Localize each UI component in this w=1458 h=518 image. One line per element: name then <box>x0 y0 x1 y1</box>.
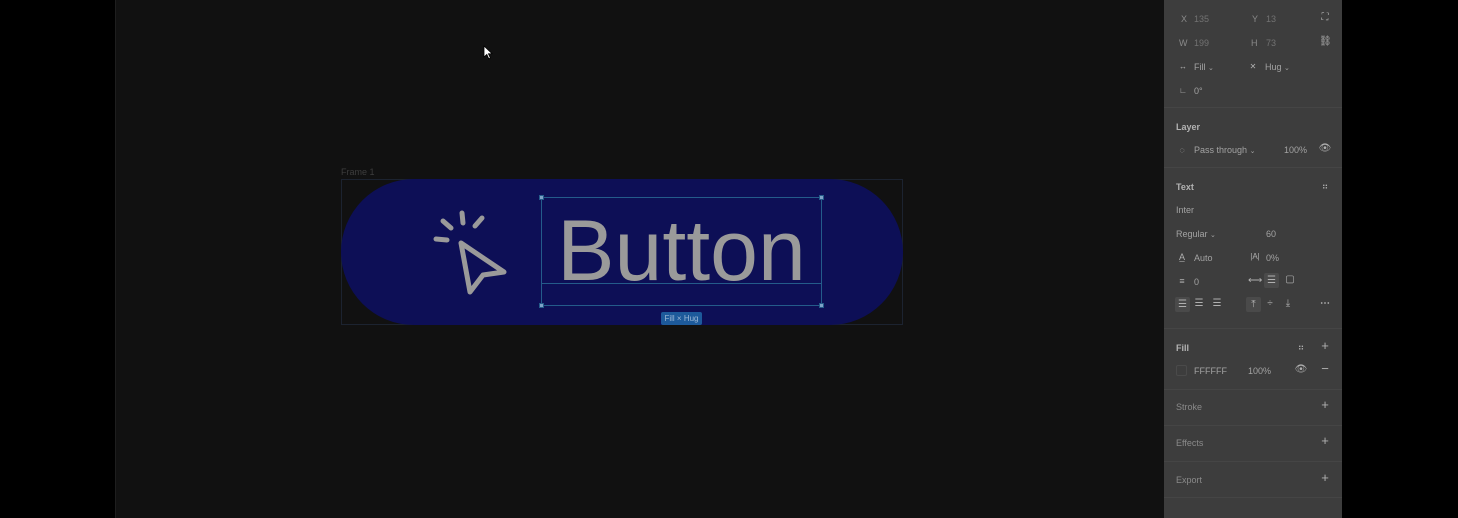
paragraph-spacing-icon: ≡ <box>1179 276 1185 286</box>
font-size-field[interactable]: 60 <box>1266 229 1276 239</box>
paragraph-spacing-field[interactable]: 0 <box>1194 277 1199 287</box>
resize-handle-top-right[interactable] <box>819 195 824 200</box>
chevron-down-icon: ⌄ <box>1249 148 1256 155</box>
text-title: Text <box>1176 182 1194 192</box>
line-height-icon: A̲ <box>1178 252 1185 262</box>
horizontal-resize-icon: ↔ <box>1179 62 1187 71</box>
chevron-down-icon: ⌄ <box>1284 65 1290 72</box>
rotation-field[interactable]: 0° <box>1194 86 1203 96</box>
stroke-title: Stroke <box>1176 402 1203 412</box>
properties-panel: X 135 Y 13 ⛶ W 199 H 73 ⛓ ↔ Fill ⌄ ✕ Hug… <box>1164 0 1342 518</box>
x-field[interactable]: 135 <box>1194 14 1209 24</box>
line-height-field[interactable]: Auto <box>1194 253 1213 263</box>
mouse-pointer-icon <box>483 45 493 60</box>
w-field[interactable]: 199 <box>1194 38 1209 48</box>
x-label: X <box>1181 14 1188 24</box>
layer-opacity-field[interactable]: 100% <box>1284 145 1307 155</box>
text-styles-icon[interactable]: ⠶ <box>1318 181 1332 191</box>
size-badge: Fill × Hug <box>661 312 702 325</box>
horizontal-resizing-select[interactable]: Fill ⌄ <box>1194 62 1214 72</box>
auto-width-icon[interactable]: ⟷ <box>1248 276 1262 286</box>
h-label: H <box>1251 38 1258 48</box>
fill-color-swatch[interactable] <box>1176 365 1187 376</box>
layer-title: Layer <box>1176 122 1201 132</box>
chevron-down-icon: ⌄ <box>1210 232 1216 239</box>
eye-icon[interactable]: 👁 <box>1294 365 1308 375</box>
left-panel-edge <box>0 0 116 518</box>
add-fill-icon[interactable]: + <box>1318 339 1332 352</box>
align-right-icon[interactable]: ☰ <box>1211 299 1223 309</box>
add-effect-icon[interactable]: + <box>1318 434 1332 447</box>
fill-section <box>1164 328 1342 389</box>
vertical-resizing-value: Hug <box>1265 62 1282 72</box>
resize-handle-top-left[interactable] <box>539 195 544 200</box>
fill-title: Fill <box>1176 343 1189 353</box>
resize-handle-bottom-left[interactable] <box>539 303 544 308</box>
y-label: Y <box>1252 14 1259 24</box>
fill-opacity-field[interactable]: 100% <box>1248 366 1271 376</box>
fixed-size-icon[interactable]: ▢ <box>1284 275 1296 285</box>
vertical-resizing-select[interactable]: Hug ⌄ <box>1265 62 1290 72</box>
y-field[interactable]: 13 <box>1266 14 1276 24</box>
font-weight-value: Regular <box>1176 229 1208 239</box>
align-center-icon[interactable]: ☰ <box>1193 299 1205 309</box>
fill-hex-field[interactable]: FFFFFF <box>1194 366 1227 376</box>
align-left-icon[interactable]: ☰ <box>1175 297 1190 312</box>
remove-fill-icon[interactable]: − <box>1318 362 1332 375</box>
w-label: W <box>1179 38 1188 48</box>
add-stroke-icon[interactable]: + <box>1318 398 1332 411</box>
font-family-select[interactable]: Inter <box>1176 205 1194 215</box>
more-options-icon[interactable]: ⋯ <box>1318 299 1332 309</box>
effects-title: Effects <box>1176 438 1204 448</box>
resize-handle-bottom-right[interactable] <box>819 303 824 308</box>
blend-mode-value: Pass through <box>1194 145 1248 155</box>
eye-icon[interactable]: 👁 <box>1318 144 1332 154</box>
text-baseline <box>541 283 822 284</box>
align-middle-icon[interactable]: ÷ <box>1264 299 1276 309</box>
blend-mode-icon: ◌ <box>1179 145 1185 155</box>
auto-height-icon[interactable]: ☰ <box>1264 273 1279 288</box>
constrain-proportions-icon[interactable]: ⛓ <box>1319 37 1332 47</box>
align-top-icon[interactable]: ⤒ <box>1246 297 1261 312</box>
selection-box <box>541 197 822 306</box>
letter-spacing-field[interactable]: 0% <box>1266 253 1279 263</box>
frame-label[interactable]: Frame 1 <box>341 167 375 177</box>
add-export-icon[interactable]: + <box>1318 471 1332 484</box>
align-bottom-icon[interactable]: ⤓ <box>1282 299 1294 309</box>
focus-icon[interactable]: ⛶ <box>1319 13 1331 23</box>
cursor-click-icon <box>433 210 507 295</box>
vertical-resize-icon: ✕ <box>1249 62 1257 71</box>
rotation-icon: ∟ <box>1179 86 1187 95</box>
right-panel-edge <box>1342 0 1458 518</box>
font-weight-select[interactable]: Regular ⌄ <box>1176 229 1216 239</box>
chevron-down-icon: ⌄ <box>1208 65 1214 72</box>
fill-styles-icon[interactable]: ⠶ <box>1294 342 1308 352</box>
h-field[interactable]: 73 <box>1266 38 1276 48</box>
horizontal-resizing-value: Fill <box>1194 62 1206 72</box>
blend-mode-select[interactable]: Pass through ⌄ <box>1194 145 1255 155</box>
layer-section <box>1164 107 1342 167</box>
letter-spacing-icon: |A| <box>1250 252 1260 261</box>
export-title: Export <box>1176 475 1203 485</box>
panel-footer <box>1164 497 1342 518</box>
